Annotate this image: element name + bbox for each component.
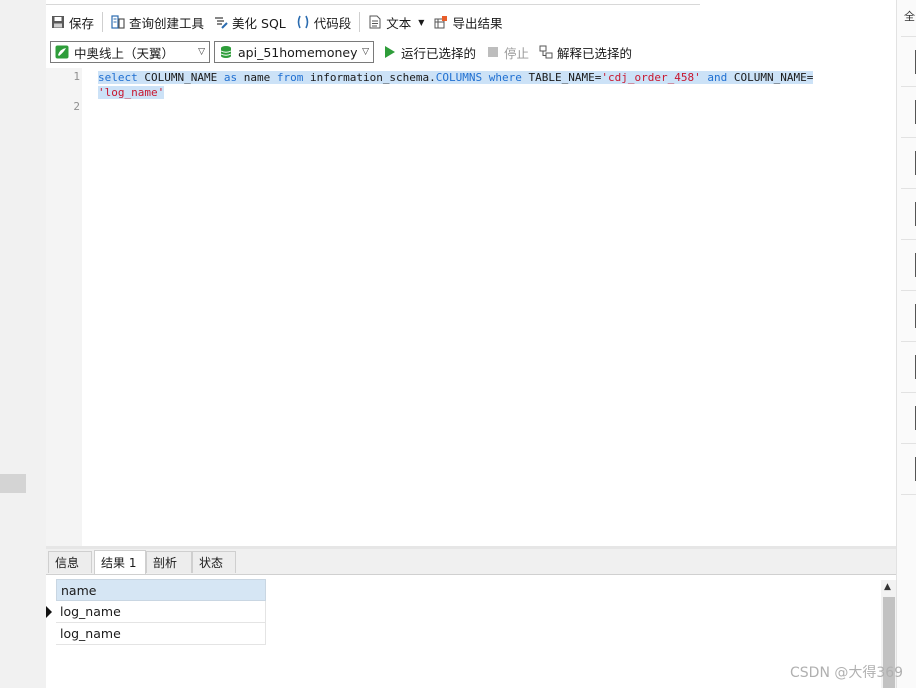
right-panel-divider	[901, 239, 916, 240]
sql-identifier: name	[237, 71, 277, 84]
sql-keyword: select	[98, 71, 138, 84]
result-grid[interactable]: name log_name log_name	[46, 579, 266, 645]
sql-line-1-wrap[interactable]: 'log_name'	[98, 85, 165, 100]
stop-button[interactable]: 停止	[481, 41, 534, 63]
result-grid-area: name log_name log_name	[46, 575, 896, 688]
save-button[interactable]: 保存	[46, 11, 99, 33]
query-builder-icon	[111, 15, 125, 29]
column-header-name[interactable]: name	[56, 579, 266, 601]
beautify-sql-label: 美化 SQL	[232, 15, 286, 31]
sql-keyword: as	[223, 71, 238, 84]
line-number: 1	[73, 70, 80, 83]
explain-selected-label: 解释已选择的	[557, 45, 633, 61]
connection-select[interactable]: 中奥线上（天翼） ▽	[50, 41, 210, 63]
sql-string: 'cdj_order_458'	[601, 71, 701, 84]
export-icon	[434, 15, 448, 29]
main-toolbar: 保存 查询创建工具 美化 SQL 代码段 文本 ▼ 导出结果	[46, 8, 896, 36]
right-info-panel: 全	[896, 0, 916, 688]
sql-keyword: from	[276, 71, 304, 84]
left-object-panel	[0, 0, 46, 688]
run-selected-button[interactable]: 运行已选择的	[378, 41, 481, 63]
export-results-label: 导出结果	[452, 15, 503, 31]
chevron-down-icon: ▽	[362, 47, 369, 57]
right-panel-divider	[901, 188, 916, 189]
beautify-icon	[214, 15, 228, 29]
table-cell[interactable]: log_name	[60, 626, 121, 641]
right-panel-divider	[901, 443, 916, 444]
current-row-icon	[46, 606, 52, 618]
run-selected-label: 运行已选择的	[401, 45, 477, 61]
result-tab-strip: 信息 结果 1 剖析 状态	[46, 549, 896, 575]
snippet-label: 代码段	[313, 15, 352, 31]
sql-string: 'log_name'	[98, 86, 165, 99]
tab-result-1[interactable]: 结果 1	[94, 550, 146, 574]
right-panel-divider	[901, 137, 916, 138]
panel-splitter-mark[interactable]	[0, 474, 26, 493]
text-mode-label: 文本	[386, 15, 412, 31]
right-panel-divider	[901, 86, 916, 87]
dropdown-arrow-icon[interactable]: ▼	[418, 18, 424, 27]
tab-strip-edge	[46, 0, 700, 5]
database-icon	[219, 45, 233, 59]
sql-identifier: COLUMN_NAME=	[727, 71, 814, 84]
scroll-up-icon[interactable]: ▲	[884, 582, 891, 592]
export-results-button[interactable]: 导出结果	[429, 11, 507, 33]
stop-label: 停止	[504, 45, 530, 61]
table-cell[interactable]: log_name	[60, 604, 121, 619]
tab-info[interactable]: 信息	[48, 551, 92, 573]
text-mode-button[interactable]: 文本 ▼	[363, 11, 429, 33]
query-builder-button[interactable]: 查询创建工具	[106, 11, 209, 33]
explain-icon	[539, 45, 553, 59]
toolbar-separator	[102, 12, 104, 32]
save-label: 保存	[69, 15, 95, 31]
right-panel-divider	[901, 494, 916, 495]
chevron-down-icon: ▽	[198, 47, 205, 57]
save-icon	[51, 15, 65, 29]
sql-table: COLUMNS	[435, 71, 483, 84]
database-value: api_51homemoney_	[238, 44, 358, 60]
tab-status[interactable]: 状态	[192, 551, 236, 573]
table-row[interactable]: log_name	[46, 601, 266, 623]
right-panel-divider	[901, 392, 916, 393]
connection-value: 中奥线上（天翼）	[74, 45, 175, 61]
line-number-gutter: 1 2	[46, 68, 82, 546]
stop-icon	[486, 45, 500, 59]
toolbar-separator	[359, 12, 361, 32]
connection-icon	[55, 45, 69, 59]
sql-editor[interactable]: 1 2 select COLUMN_NAME as name from info…	[46, 68, 896, 546]
sql-keyword: where	[482, 71, 522, 84]
document-icon	[368, 15, 382, 29]
line-number: 2	[73, 100, 80, 113]
tab-profile[interactable]: 剖析	[146, 551, 192, 573]
watermark: CSDN @大得369	[790, 665, 904, 681]
table-row[interactable]: log_name	[56, 623, 266, 645]
play-icon	[383, 45, 397, 59]
sql-line-1[interactable]: select COLUMN_NAME as name from informat…	[98, 70, 814, 85]
sql-identifier: TABLE_NAME=	[521, 71, 602, 84]
snippet-button[interactable]: 代码段	[291, 11, 357, 33]
sql-keyword: and	[700, 71, 728, 84]
sql-identifier: COLUMN_NAME	[137, 71, 224, 84]
right-panel-divider	[901, 341, 916, 342]
right-panel-divider	[901, 290, 916, 291]
database-select[interactable]: api_51homemoney_ ▽	[214, 41, 374, 63]
right-panel-divider	[901, 36, 916, 37]
beautify-sql-button[interactable]: 美化 SQL	[209, 11, 291, 33]
right-panel-fragment: 全	[904, 10, 915, 23]
snippet-icon	[296, 15, 310, 29]
query-toolbar: 中奥线上（天翼） ▽ api_51homemoney_ ▽ 运行已选择的 停止 …	[46, 39, 896, 65]
explain-selected-button[interactable]: 解释已选择的	[534, 41, 637, 63]
sql-identifier: information_schema.	[303, 71, 436, 84]
query-builder-label: 查询创建工具	[129, 15, 205, 31]
